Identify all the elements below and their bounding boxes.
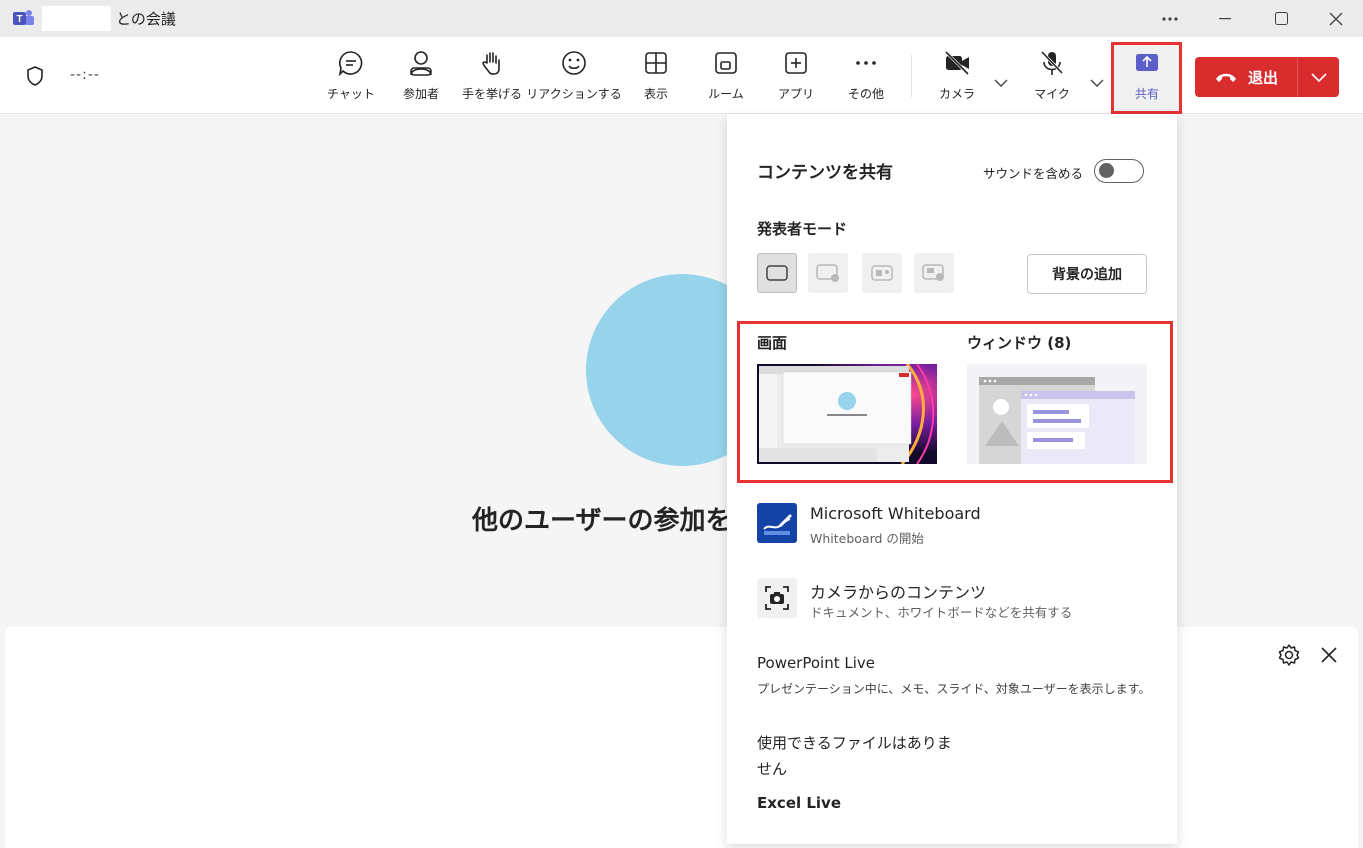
powerpoint-live-title: PowerPoint Live — [757, 654, 875, 672]
mic-off-icon — [1040, 50, 1064, 75]
leave-options-chevron-icon[interactable] — [1298, 57, 1339, 97]
camera-content-title[interactable]: カメラからのコンテンツ — [810, 579, 986, 603]
more-label: その他 — [847, 87, 884, 101]
screen-label: 画面 — [757, 334, 788, 352]
share-panel-title: コンテンツを共有 — [757, 163, 893, 183]
leave-button-group: 退出 — [1195, 57, 1339, 97]
camera-label: カメラ — [938, 87, 975, 101]
mic-button[interactable]: マイク — [1029, 49, 1075, 105]
view-grid-icon — [645, 52, 667, 74]
teams-logo-icon: T — [13, 9, 34, 28]
minimize-icon[interactable] — [1200, 0, 1250, 37]
presenter-mode-title: 発表者モード — [757, 220, 848, 238]
toolbar-divider — [911, 55, 912, 97]
close-icon[interactable] — [1311, 0, 1361, 37]
camera-button[interactable]: カメラ — [934, 49, 980, 105]
whiteboard-title[interactable]: Microsoft Whiteboard — [810, 504, 981, 523]
react-button[interactable]: リアクションする — [526, 49, 622, 105]
maximize-icon[interactable] — [1256, 0, 1306, 37]
leave-label: 退出 — [1247, 68, 1278, 87]
view-button[interactable]: 表示 — [633, 49, 679, 105]
svg-text:T: T — [16, 14, 22, 25]
camera-off-icon — [944, 50, 970, 76]
no-files-message: 使用できるファイルはありません — [757, 734, 952, 778]
whiteboard-icon[interactable] — [757, 503, 797, 543]
emoji-icon — [562, 51, 586, 75]
more-icon — [856, 61, 876, 65]
camera-scan-icon[interactable] — [757, 578, 797, 618]
window-title: との会議 — [116, 10, 176, 28]
window-label: ウィンドウ (8) — [967, 334, 1072, 352]
include-sound-toggle[interactable] — [1094, 159, 1144, 183]
whiteboard-subtitle: Whiteboard の開始 — [810, 531, 924, 546]
rooms-icon — [715, 52, 737, 74]
screen-share-thumbnail[interactable] — [757, 364, 937, 464]
raise-hand-label: 手を挙げる — [461, 87, 522, 101]
apps-button[interactable]: アプリ — [773, 49, 819, 105]
add-background-button[interactable]: 背景の追加 — [1027, 254, 1147, 294]
chat-icon — [338, 51, 363, 77]
camera-content-subtitle: ドキュメント、ホワイトボードなどを共有する — [810, 605, 1073, 620]
share-content-flyout: コンテンツを共有 サウンドを含める 発表者モード 背景の追加 画面 ウィンドウ … — [727, 114, 1177, 844]
gear-icon[interactable] — [1277, 643, 1301, 671]
side-by-side-icon — [871, 265, 893, 281]
mic-options-chevron-icon[interactable] — [1090, 72, 1104, 91]
presenter-mode-side-by-side[interactable] — [862, 253, 902, 293]
apps-icon — [785, 52, 807, 74]
view-label: 表示 — [643, 87, 668, 101]
ellipsis-icon[interactable] — [1145, 0, 1195, 37]
raise-hand-icon — [482, 52, 500, 75]
window-share-thumbnail[interactable] — [967, 364, 1147, 464]
meeting-toolbar: --:-- チャット 参加者 手を挙げる リアクションする 表示 ルーム アプリ… — [0, 37, 1363, 114]
mic-label: マイク — [1034, 87, 1070, 101]
presenter-mode-standout[interactable] — [808, 253, 848, 293]
title-bar: T との会議 — [0, 0, 1363, 37]
toggle-knob — [1099, 163, 1114, 178]
hang-up-icon — [1215, 73, 1236, 82]
meeting-timer: --:-- — [70, 67, 100, 83]
presenter-mode-content-only[interactable] — [757, 253, 797, 293]
excel-live-title: Excel Live — [757, 794, 842, 812]
participants-label: 参加者 — [402, 87, 439, 101]
share-highlight-box — [1111, 42, 1182, 114]
content-only-icon — [766, 265, 788, 281]
powerpoint-live-subtitle: プレゼンテーション中に、メモ、スライド、対象ユーザーを表示します。 — [757, 682, 1151, 696]
include-sound-label: サウンドを含める — [983, 166, 1084, 181]
react-label: リアクションする — [526, 87, 622, 101]
shield-icon[interactable] — [25, 65, 45, 91]
apps-label: アプリ — [777, 87, 814, 101]
reporter-icon — [922, 264, 944, 281]
rooms-button[interactable]: ルーム — [703, 49, 749, 105]
close-icon[interactable] — [1318, 644, 1340, 670]
rooms-label: ルーム — [708, 87, 744, 101]
waiting-message: 他のユーザーの参加を — [472, 506, 732, 536]
presenter-mode-reporter[interactable] — [914, 253, 954, 293]
chat-label: チャット — [327, 87, 375, 101]
chat-button[interactable]: チャット — [327, 49, 375, 105]
raise-hand-button[interactable]: 手を挙げる — [461, 49, 523, 105]
participants-button[interactable]: 参加者 — [397, 49, 445, 105]
redacted-name — [42, 6, 111, 31]
standout-icon — [816, 264, 839, 282]
people-icon — [410, 51, 432, 76]
leave-button[interactable]: 退出 — [1195, 57, 1298, 97]
camera-options-chevron-icon[interactable] — [994, 72, 1008, 91]
more-button[interactable]: その他 — [843, 49, 889, 105]
